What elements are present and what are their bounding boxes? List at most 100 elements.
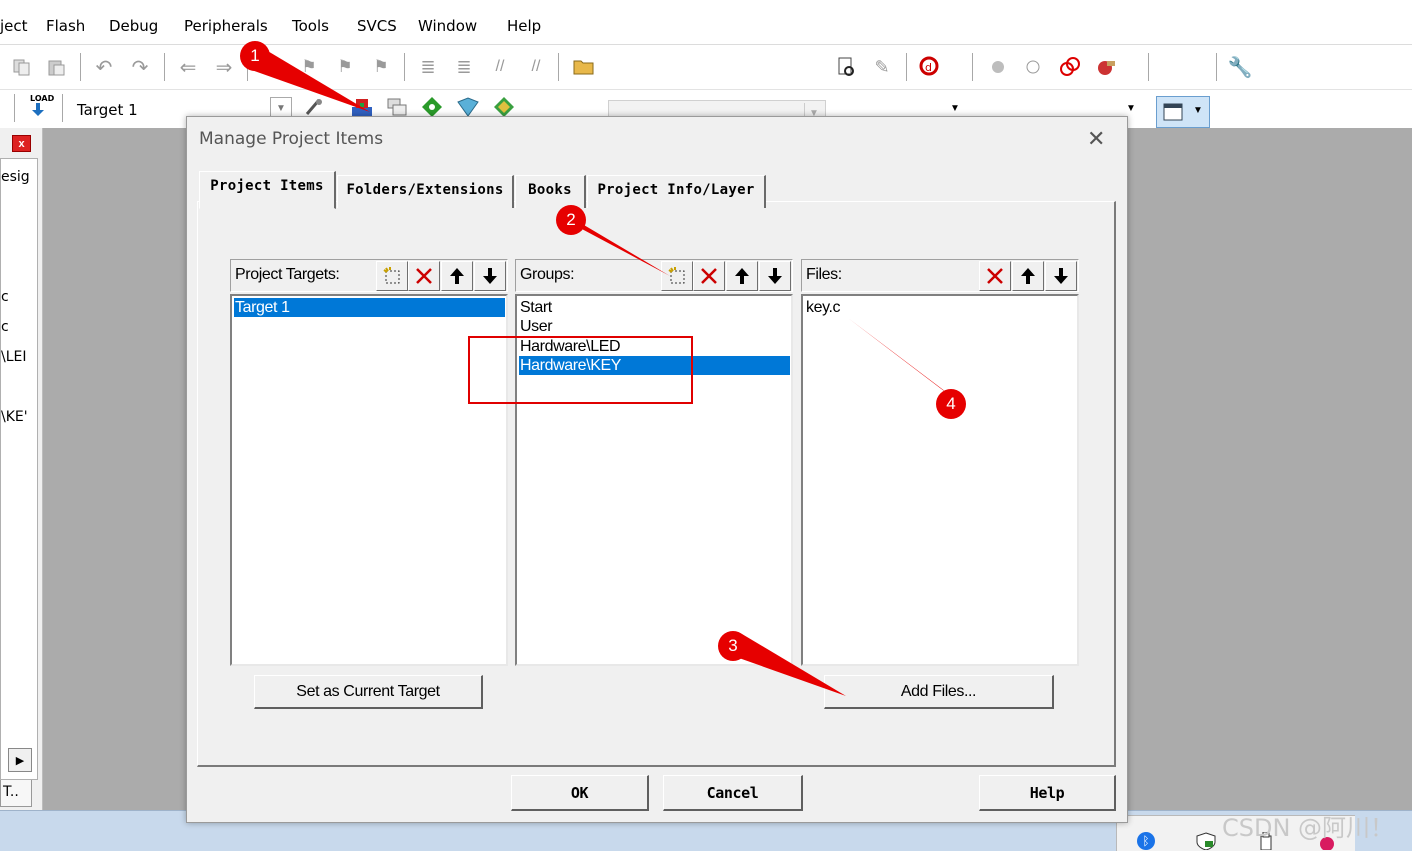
arrow-up-icon: [450, 268, 464, 284]
download-icon[interactable]: LOAD: [28, 94, 54, 120]
move-file-up-button[interactable]: [1012, 261, 1044, 291]
tab-folders-extensions[interactable]: Folders/Extensions: [337, 175, 514, 208]
paste-icon[interactable]: [44, 55, 68, 79]
chevron-down-icon[interactable]: ▼: [1193, 105, 1203, 116]
tree-item[interactable]: \KE': [1, 409, 28, 425]
comment-icon[interactable]: //: [488, 55, 512, 79]
main-toolbar: ↶ ↷ ⇐ ⇒ ⚑ ⚑ ⚑ ≣ ≣ // // ▼ ✎ d ▼ ▼ ▼ 🔧: [0, 45, 1412, 128]
menu-flash[interactable]: Flash: [46, 17, 85, 35]
delete-file-button[interactable]: [979, 261, 1011, 291]
list-item[interactable]: User: [519, 317, 790, 336]
wrench-icon[interactable]: 🔧: [1228, 55, 1253, 79]
delete-icon: [416, 268, 432, 284]
tab-project-info-layer[interactable]: Project Info/Layer: [587, 175, 766, 208]
tree-item[interactable]: c: [1, 289, 9, 305]
groups-label: Groups:: [520, 266, 575, 283]
nav-back-icon[interactable]: ⇐: [176, 55, 200, 79]
arrow-down-icon: [768, 268, 782, 284]
new-group-button[interactable]: [661, 261, 693, 291]
scroll-right-icon[interactable]: ▶: [8, 748, 32, 772]
copy-icon[interactable]: [10, 55, 34, 79]
new-item-icon: [668, 267, 685, 284]
bookmark-clear-icon[interactable]: ⚑: [369, 55, 393, 79]
list-item[interactable]: Target 1: [234, 298, 505, 317]
move-target-up-button[interactable]: [441, 261, 473, 291]
menu-peripherals[interactable]: Peripherals: [184, 17, 268, 35]
kill-breakpoints-icon[interactable]: [1094, 55, 1118, 79]
target-select[interactable]: Target 1: [77, 101, 138, 119]
new-target-button[interactable]: [376, 261, 408, 291]
tree-item[interactable]: \LEI: [1, 349, 27, 365]
undo-icon[interactable]: ↶: [92, 55, 116, 79]
menu-help[interactable]: Help: [507, 17, 541, 35]
menu-window[interactable]: Window: [418, 17, 477, 35]
window-layout-button[interactable]: ▼: [1156, 96, 1210, 128]
menu-tools[interactable]: Tools: [292, 17, 329, 35]
new-item-icon: [383, 267, 400, 284]
help-button[interactable]: Help: [979, 775, 1116, 811]
delete-group-button[interactable]: [693, 261, 725, 291]
targets-list[interactable]: Target 1: [230, 294, 508, 666]
incremental-find-icon[interactable]: ✎: [870, 55, 894, 79]
disable-all-breakpoints-icon[interactable]: [1058, 55, 1082, 79]
tab-project-items[interactable]: Project Items: [199, 171, 336, 209]
svg-text:d: d: [925, 61, 932, 74]
close-icon[interactable]: x: [12, 135, 31, 152]
arrow-down-icon: [483, 268, 497, 284]
arrow-up-icon: [735, 268, 749, 284]
dialog-title: Manage Project Items: [199, 129, 384, 149]
redo-icon[interactable]: ↷: [128, 55, 152, 79]
bookmark-next-icon[interactable]: ⚑: [333, 55, 357, 79]
delete-icon: [987, 268, 1003, 284]
menu-debug[interactable]: Debug: [109, 17, 158, 35]
move-group-up-button[interactable]: [726, 261, 758, 291]
open-folder-icon[interactable]: [572, 54, 596, 78]
breakpoint-icon[interactable]: [986, 55, 1010, 79]
nav-forward-icon[interactable]: ⇒: [212, 55, 236, 79]
project-tab[interactable]: T..: [0, 780, 32, 807]
unindent-icon[interactable]: ≣: [452, 55, 476, 79]
add-files-button[interactable]: Add Files...: [824, 675, 1054, 709]
cancel-button[interactable]: Cancel: [663, 775, 803, 811]
files-list[interactable]: key.c: [801, 294, 1079, 666]
delete-target-button[interactable]: [408, 261, 440, 291]
list-item[interactable]: key.c: [805, 298, 1076, 317]
tree-item[interactable]: c: [1, 319, 9, 335]
close-icon[interactable]: ✕: [1087, 127, 1105, 152]
ok-button[interactable]: OK: [511, 775, 649, 811]
list-item[interactable]: Hardware\KEY: [519, 356, 790, 375]
manage-project-items-dialog: Manage Project Items ✕ Project Items Fol…: [186, 116, 1128, 823]
breakpoint-disabled-icon[interactable]: [1021, 55, 1045, 79]
move-target-down-button[interactable]: [474, 261, 506, 291]
uncomment-icon[interactable]: //: [524, 55, 548, 79]
targets-header: Project Targets:: [230, 259, 508, 292]
project-tab-label: T..: [3, 784, 19, 800]
debug-session-icon[interactable]: d: [918, 55, 942, 79]
window-layout-icon: [1163, 103, 1183, 121]
chevron-down-icon[interactable]: ▼: [1126, 103, 1136, 114]
menu-svcs[interactable]: SVCS: [357, 17, 397, 35]
arrow-up-icon: [1021, 268, 1035, 284]
set-current-target-button[interactable]: Set as Current Target: [254, 675, 483, 709]
move-file-down-button[interactable]: [1045, 261, 1077, 291]
tree-item[interactable]: esig: [1, 169, 30, 185]
groups-list[interactable]: Start User Hardware\LED Hardware\KEY: [515, 294, 793, 666]
menu-bar: ject Flash Debug Peripherals Tools SVCS …: [0, 0, 1412, 45]
indent-icon[interactable]: ≣: [416, 55, 440, 79]
security-shield-icon[interactable]: [1195, 832, 1217, 851]
chevron-down-icon[interactable]: ▼: [950, 103, 960, 114]
list-item[interactable]: Start: [519, 298, 790, 317]
menu-project[interactable]: ject: [0, 17, 28, 35]
files-header: Files:: [801, 259, 1079, 292]
bookmark-prev-icon[interactable]: ⚑: [297, 55, 321, 79]
bluetooth-icon[interactable]: ᛒ: [1137, 832, 1155, 850]
watermark: CSDN @阿川！: [1222, 814, 1395, 842]
list-item[interactable]: Hardware\LED: [519, 337, 790, 356]
find-in-files-icon[interactable]: [834, 55, 858, 79]
move-group-down-button[interactable]: [759, 261, 791, 291]
tab-books[interactable]: Books: [515, 175, 586, 208]
arrow-down-icon: [1054, 268, 1068, 284]
project-pane: x esig c c \LEI \KE' ▶ T..: [0, 128, 43, 810]
project-tree[interactable]: esig c c \LEI \KE': [0, 158, 38, 780]
files-label: Files:: [806, 266, 842, 283]
